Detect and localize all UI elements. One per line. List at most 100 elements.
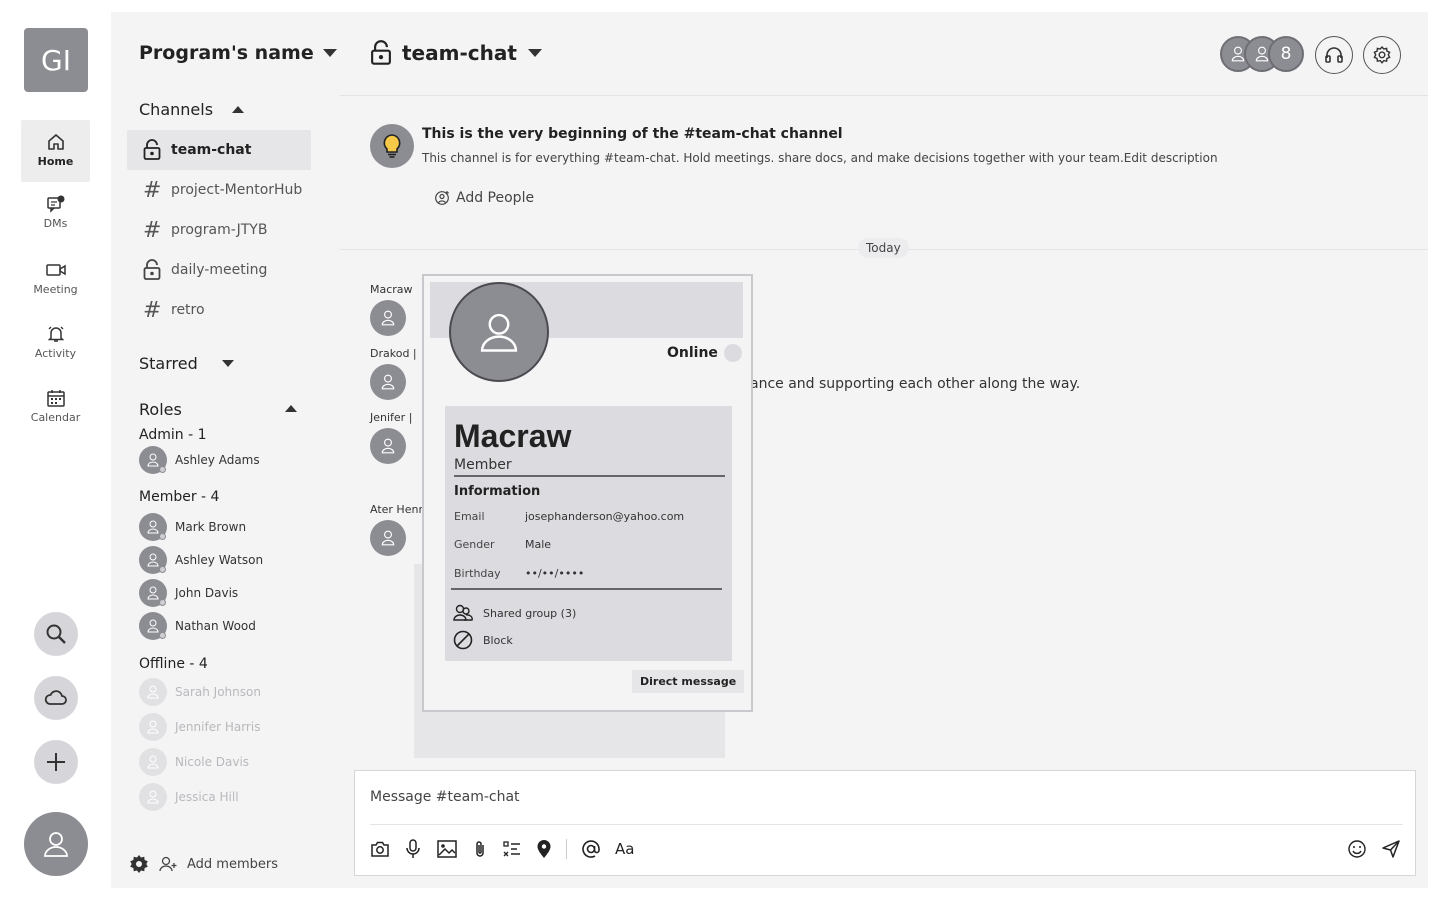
member-item-offline[interactable]: Nicole Davis [139, 748, 249, 776]
member-item-offline[interactable]: Sarah Johnson [139, 678, 261, 706]
avatar [139, 612, 167, 640]
avatar [139, 546, 167, 574]
lightbulb-icon [381, 133, 403, 159]
huddle-button[interactable] [1315, 36, 1353, 74]
emoji-icon[interactable] [1347, 839, 1367, 859]
channel-settings-button[interactable] [1363, 36, 1401, 74]
add-member-icon [159, 856, 177, 872]
block-label: Block [483, 633, 513, 647]
member-item[interactable]: John Davis [139, 579, 238, 607]
member-count-badge: 8 [1268, 36, 1304, 72]
search-button[interactable] [34, 612, 78, 656]
shared-group-link[interactable]: Shared group (3) [453, 604, 576, 622]
email-row: Email josephanderson@yahoo.com [454, 510, 684, 523]
add-members-button[interactable]: Add members [187, 857, 278, 872]
member-item[interactable]: Mark Brown [139, 513, 246, 541]
expand-caret-icon[interactable] [222, 360, 234, 367]
camera-icon[interactable] [370, 840, 390, 858]
direct-message-button[interactable]: Direct message [632, 670, 745, 693]
add-people-button[interactable]: Add People [434, 190, 534, 206]
message-author[interactable]: Jenifer | [370, 411, 412, 424]
lock-icon [370, 40, 392, 66]
channel-item-retro[interactable]: # retro [127, 290, 311, 330]
gear-icon[interactable] [129, 854, 149, 874]
rail-nav-calendar[interactable]: Calendar [21, 388, 90, 438]
member-item[interactable]: Ashley Watson [139, 546, 263, 574]
lock-icon [143, 139, 161, 161]
add-person-icon [434, 190, 450, 206]
status-dot [723, 344, 742, 362]
channel-item-daily-meeting[interactable]: daily-meeting [127, 250, 311, 290]
member-item[interactable]: Nathan Wood [139, 612, 256, 640]
avatar[interactable] [370, 520, 406, 556]
channel-members-stack[interactable]: 8 [1220, 36, 1304, 72]
message-input[interactable]: Message #team-chat [370, 789, 520, 805]
my-avatar[interactable] [24, 812, 88, 876]
profile-role: Member [454, 457, 512, 473]
toolbar-separator [566, 839, 567, 859]
plus-icon [45, 751, 67, 773]
program-selector[interactable]: Program's name [139, 42, 338, 64]
collapse-caret-icon[interactable] [232, 106, 244, 113]
collapse-caret-icon[interactable] [285, 405, 297, 412]
presence-status: Online [667, 344, 742, 362]
mention-icon[interactable] [581, 839, 601, 859]
add-people-label: Add People [456, 190, 535, 206]
email-value: josephanderson@yahoo.com [525, 510, 685, 523]
cloud-button[interactable] [34, 676, 78, 720]
avatar[interactable] [370, 364, 406, 400]
avatar[interactable] [370, 428, 406, 464]
microphone-icon[interactable] [404, 839, 422, 859]
member-item[interactable]: Ashley Adams [139, 446, 260, 474]
role-member-title: Member - 4 [139, 489, 220, 505]
rail-nav-meeting[interactable]: Meeting [21, 260, 90, 310]
rail-nav-label: Activity [34, 347, 77, 360]
headphones-icon [1324, 45, 1344, 65]
rail-nav-label: Calendar [30, 411, 81, 424]
channel-item-program-jtyb[interactable]: # program-JTYB [127, 210, 311, 250]
message-author[interactable]: Macraw [370, 283, 413, 296]
text-format-button[interactable]: Aa [615, 840, 634, 858]
add-button[interactable] [34, 740, 78, 784]
channel-item-team-chat[interactable]: team-chat [127, 130, 311, 170]
field-label: Gender [454, 538, 495, 551]
information-title: Information [454, 484, 541, 499]
message-author[interactable]: Ater Henr [370, 503, 423, 516]
image-icon[interactable] [436, 839, 458, 859]
send-icon[interactable] [1381, 839, 1401, 859]
channel-label: daily-meeting [171, 262, 268, 278]
search-icon [45, 623, 67, 645]
channel-title-selector[interactable]: team-chat [370, 40, 543, 66]
member-name: Mark Brown [175, 520, 247, 534]
status-label: Online [667, 345, 718, 361]
member-name: John Davis [175, 586, 239, 600]
chevron-down-icon [322, 48, 338, 58]
gender-row: Gender Male [454, 538, 551, 551]
channel-item-project-mentorhub[interactable]: # project-MentorHub [127, 170, 311, 210]
member-item-offline[interactable]: Jessica Hill [139, 783, 239, 811]
group-icon [453, 604, 473, 622]
workspace-logo[interactable]: GI [24, 28, 88, 92]
paperclip-icon[interactable] [472, 839, 488, 859]
member-item-offline[interactable]: Jennifer Harris [139, 713, 260, 741]
channel-label: retro [171, 302, 205, 318]
lock-icon [143, 259, 161, 281]
member-name: Ashley Watson [175, 553, 264, 567]
location-pin-icon[interactable] [536, 839, 552, 859]
rail-nav-label: Home [37, 155, 74, 168]
field-label: Email [454, 510, 485, 523]
divider [451, 588, 722, 590]
role-offline-title: Offline - 4 [139, 656, 208, 672]
rail-nav-activity[interactable]: Activity [21, 324, 90, 374]
rail-nav-home[interactable]: Home [21, 120, 90, 182]
home-icon [46, 132, 66, 152]
avatar[interactable] [370, 300, 406, 336]
block-button[interactable]: Block [453, 630, 513, 650]
role-admin-title: Admin - 1 [139, 427, 207, 443]
profile-avatar [449, 282, 549, 382]
day-label: Today [858, 238, 909, 258]
checklist-icon[interactable] [502, 839, 522, 859]
message-author[interactable]: Drakod | [370, 347, 417, 360]
channels-title: Channels [139, 100, 214, 119]
rail-nav-dms[interactable]: DMs [21, 194, 90, 244]
